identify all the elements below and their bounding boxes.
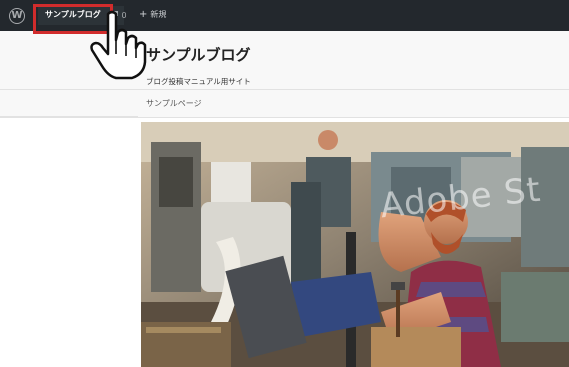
new-label: 新規: [150, 10, 167, 19]
workshop-photo: [141, 122, 569, 367]
hand-pointer-icon: [90, 10, 147, 80]
site-description: ブログ投稿マニュアル用サイト: [146, 77, 251, 86]
sidebar-divider: [0, 116, 138, 117]
site-header: [0, 31, 569, 118]
wordpress-logo-icon[interactable]: W: [9, 8, 25, 24]
hero-image: [141, 122, 569, 367]
header-divider: [0, 89, 569, 90]
nav-item-sample-page[interactable]: サンプルページ: [146, 98, 202, 109]
site-title[interactable]: サンプルブログ: [146, 44, 251, 65]
